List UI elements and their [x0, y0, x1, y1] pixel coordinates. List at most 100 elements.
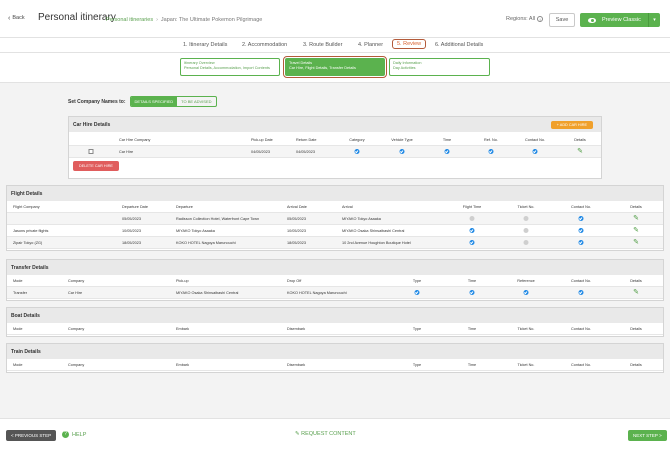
step-accommodation[interactable]: 2. Accommodation: [242, 42, 287, 48]
column-header: Type: [412, 362, 422, 367]
pencil-icon: ✎: [295, 431, 300, 437]
departure: Radisson Collection Hotel, Waterfront Ca…: [176, 216, 260, 221]
preview-label: Preview Classic: [602, 17, 641, 23]
section-title: Train Details: [7, 344, 663, 359]
edit-pencil-icon[interactable]: ✎: [577, 148, 583, 155]
column-header: Ticket No.: [517, 362, 535, 367]
wizard-steps: 1. Itinerary Details 2. Accommodation 3.…: [0, 38, 670, 53]
breadcrumb-personal-itineraries[interactable]: Personal itineraries: [106, 17, 153, 23]
train-details-section: Train Details Mode Company Embark Disemb…: [6, 343, 664, 373]
chevron-right-icon: ›: [156, 17, 158, 23]
check-icon: [578, 290, 584, 295]
column-header: Details: [630, 362, 642, 367]
edit-pencil-icon[interactable]: ✎: [633, 227, 639, 234]
column-header: Contact No.: [524, 137, 546, 142]
column-header: Vehicle Type: [391, 137, 413, 142]
eye-icon: [588, 17, 596, 23]
column-header: Contact No.: [570, 278, 592, 283]
page-title: Personal itinerary: [38, 12, 116, 23]
boat-details-section: Boat Details Mode Company Embark Disemba…: [6, 307, 664, 337]
step-review[interactable]: 5. Review: [392, 39, 427, 49]
step-additional-details[interactable]: 6. Additional Details: [435, 42, 483, 48]
substep-subtitle: Personal Details, Accommodation, Import …: [184, 66, 270, 70]
column-header: Contact No.: [570, 326, 592, 331]
table-row: Zipair Tokyo (ZG) 18/05/2023 KOKO HOTEL …: [7, 237, 663, 249]
row-select-checkbox[interactable]: [88, 149, 94, 154]
column-header: Time: [467, 326, 477, 331]
preview-button[interactable]: Preview Classic ▾: [580, 13, 660, 27]
column-header: Details: [574, 137, 586, 142]
column-header: Disembark: [287, 326, 306, 331]
column-header: Disembark: [287, 362, 306, 367]
car-hire-section: Car Hire Details + ADD CAR HIRE Car Hire…: [68, 116, 602, 179]
delete-car-hire-button[interactable]: DELETE CAR HIRE: [73, 161, 119, 171]
column-header: Company: [68, 362, 85, 367]
column-header: Contact No.: [570, 204, 592, 209]
section-title: Car Hire Details: [69, 117, 601, 132]
column-header: Contact No.: [570, 362, 592, 367]
edit-pencil-icon[interactable]: ✎: [633, 215, 639, 222]
step-route-builder[interactable]: 3. Route Builder: [303, 42, 342, 48]
option-to-be-advised[interactable]: TO BE ADVISED: [177, 97, 215, 106]
column-header: Mode: [13, 326, 23, 331]
substep-subtitle: Car Hire, Flight Details, Transfer Detai…: [289, 66, 356, 70]
next-step-button[interactable]: NEXT STEP >: [628, 430, 667, 441]
add-car-hire-button[interactable]: + ADD CAR HIRE: [550, 121, 593, 129]
substep-itinerary-overview[interactable]: Itinerary Overview Personal Details, Acc…: [180, 58, 280, 76]
section-title: Transfer Details: [7, 260, 663, 275]
step-planner[interactable]: 4. Planner: [358, 42, 383, 48]
column-header: Arrival Date: [287, 204, 307, 209]
footer-bar: < PREVIOUS STEP ? HELP ✎ REQUEST CONTENT…: [0, 418, 670, 452]
section-title: Boat Details: [7, 308, 663, 323]
table-header-row: Car Hire Company Pick-up Date Return Dat…: [69, 134, 601, 146]
flight-details-section: Flight Details Flight Company Departure …: [6, 185, 664, 251]
step-itinerary-details[interactable]: 1. Itinerary Details: [183, 42, 227, 48]
previous-step-button[interactable]: < PREVIOUS STEP: [6, 430, 57, 441]
column-header: Ref. No.: [484, 137, 498, 142]
arrival: MIYAKO Osaka Shinsaibashi Central: [342, 228, 405, 233]
substep-travel-details[interactable]: Travel Details Car Hire, Flight Details,…: [283, 56, 387, 78]
breadcrumb-current: Japan: The Ultimate Pokemon Pilgrimage: [160, 17, 263, 23]
check-icon: [469, 240, 475, 245]
pickup: MIYAKO Osaka Shinsaibashi Central: [176, 290, 239, 295]
option-details-specified[interactable]: DETAILS SPECIFIED: [130, 97, 178, 106]
help-link[interactable]: ? HELP: [62, 431, 86, 438]
arrival-date: 05/05/2023: [287, 216, 307, 221]
flight-company: Jasons private flights: [13, 228, 49, 233]
column-header: Time: [467, 278, 477, 283]
top-bar: ‹ Back Personal itinerary Personal itine…: [0, 0, 670, 38]
request-content-link[interactable]: ✎ REQUEST CONTENT: [295, 431, 356, 437]
check-icon: [354, 149, 360, 154]
column-header: Pick-up: [176, 278, 189, 283]
table-row: Jasons private flights 10/05/2023 MIYAKO…: [7, 225, 663, 237]
column-header: Ticket No.: [517, 204, 535, 209]
column-header: Company: [68, 278, 85, 283]
save-button[interactable]: Save: [549, 13, 575, 27]
column-header: Company: [68, 326, 85, 331]
edit-pencil-icon[interactable]: ✎: [633, 239, 639, 246]
column-header: Flight Time: [462, 204, 482, 209]
column-header: Return Date: [296, 137, 317, 142]
regions-selector[interactable]: Regions: All i: [506, 16, 544, 22]
check-icon: [532, 149, 538, 154]
pickup-date: 04/05/2023: [251, 149, 271, 154]
chevron-down-icon[interactable]: ▾: [648, 13, 660, 27]
chevron-left-icon: ‹: [8, 14, 11, 22]
check-icon: [523, 228, 529, 233]
transfer-details-section: Transfer Details Mode Company Pick-up Dr…: [6, 259, 664, 301]
check-icon: [578, 216, 584, 221]
table-row: Transfer Car Hire MIYAKO Osaka Shinsaiba…: [7, 287, 663, 299]
company-names-toggle: DETAILS SPECIFIED TO BE ADVISED: [129, 96, 217, 107]
column-header: Departure: [176, 204, 193, 209]
dropoff: KOKO HOTEL Nagoya Marunouchi: [287, 290, 347, 295]
table-header-row: Flight Company Departure Date Departure …: [7, 201, 663, 213]
back-link[interactable]: ‹ Back: [8, 14, 25, 22]
help-label: HELP: [72, 431, 87, 438]
column-header: Mode: [13, 362, 23, 367]
substep-daily-information[interactable]: Daily Information Day Activities: [389, 58, 490, 76]
edit-pencil-icon[interactable]: ✎: [633, 289, 639, 296]
info-icon: i: [537, 16, 544, 22]
column-header: Departure Date: [122, 204, 148, 209]
column-header: Embark: [176, 326, 190, 331]
departure-date: 05/05/2023: [122, 216, 142, 221]
